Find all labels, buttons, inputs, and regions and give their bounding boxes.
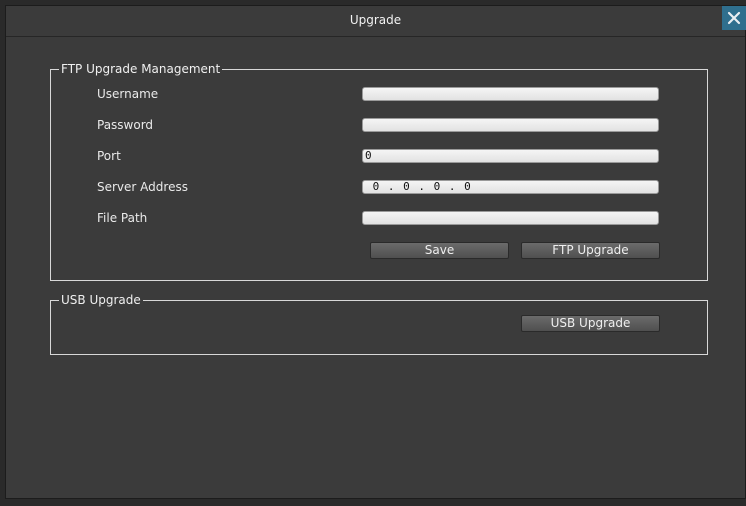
usb-group-legend: USB Upgrade — [59, 292, 143, 308]
file-path-field[interactable] — [362, 211, 659, 225]
port-field[interactable]: 0 — [362, 149, 659, 163]
server-address-label: Server Address — [97, 180, 188, 194]
file-path-label: File Path — [97, 211, 148, 225]
password-field[interactable] — [362, 118, 659, 132]
close-button[interactable] — [722, 6, 746, 30]
server-address-field[interactable]: 0 . 0 . 0 . 0 — [362, 180, 659, 194]
password-label: Password — [97, 118, 154, 132]
username-label: Username — [97, 87, 159, 101]
usb-upgrade-button[interactable]: USB Upgrade — [521, 315, 660, 332]
username-field[interactable] — [362, 87, 659, 101]
port-label: Port — [97, 149, 121, 163]
dialog-title: Upgrade — [349, 13, 402, 27]
ftp-group-legend: FTP Upgrade Management — [59, 61, 223, 77]
ftp-upgrade-button[interactable]: FTP Upgrade — [521, 242, 660, 259]
upgrade-dialog: Upgrade FTP Upgrade Management Username … — [5, 5, 746, 499]
title-bar: Upgrade — [6, 6, 746, 37]
save-button[interactable]: Save — [370, 242, 509, 259]
close-icon — [727, 11, 741, 25]
